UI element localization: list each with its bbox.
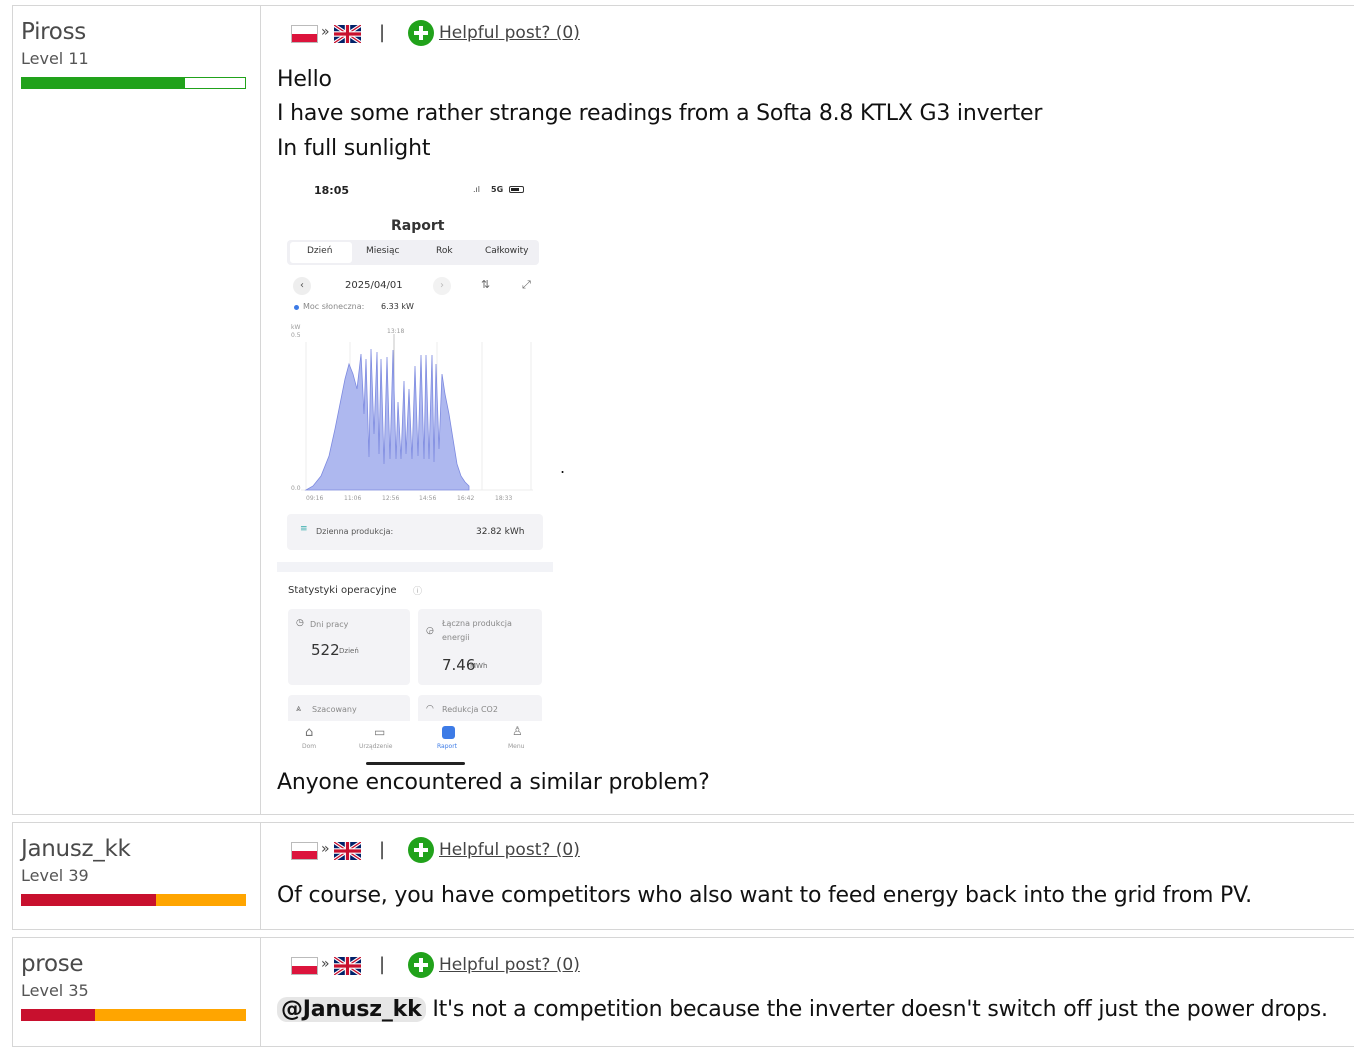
working-days-value: 522 — [311, 641, 340, 659]
daily-production-value: 32.82 kWh — [476, 527, 525, 537]
author-level: Level 35 — [21, 981, 89, 1000]
nav-device[interactable]: Urządzenie — [359, 743, 393, 750]
trailing-mark: . — [560, 458, 566, 477]
author-panel: prose Level 35 — [13, 938, 261, 1046]
energy-icon: ◶ — [426, 626, 434, 636]
user-mention[interactable]: @Janusz_kk — [277, 997, 426, 1022]
helpful-post-link[interactable]: Helpful post? (0) — [439, 955, 580, 975]
leaf-icon: ◠ — [426, 704, 434, 714]
author-panel: Piross Level 11 — [13, 6, 261, 814]
x-tick: 09:16 — [306, 495, 324, 502]
polish-flag-icon[interactable] — [291, 842, 318, 860]
level-bar-fill — [22, 78, 185, 88]
level-bar-rest — [95, 1009, 246, 1021]
stats-title: Statystyki operacyjne — [288, 585, 397, 596]
post-text-line: Anyone encountered a similar problem? — [277, 770, 710, 795]
uk-flag-icon[interactable] — [334, 842, 361, 860]
nav-home[interactable]: Dom — [302, 743, 316, 750]
uk-flag-icon[interactable] — [334, 957, 361, 975]
working-days-unit: Dzień — [339, 647, 359, 655]
total-energy-unit: MWh — [470, 662, 488, 670]
post-text-line: Hello — [277, 67, 332, 92]
production-icon: ≡ — [300, 524, 308, 534]
attached-screenshot[interactable]: 18:05 .ıl 5G Raport Dzień Miesiąc Rok Ca… — [277, 174, 553, 770]
total-energy-label-2: energii — [442, 633, 470, 642]
author-level: Level 39 — [21, 866, 89, 885]
x-tick: 18:33 — [495, 495, 513, 502]
post-text-line: @Janusz_kk It's not a competition becaus… — [277, 997, 1328, 1022]
clock-icon: ◷ — [296, 618, 304, 628]
estimated-label: Szacowany — [312, 705, 357, 714]
home-icon[interactable]: ⌂ — [305, 725, 313, 740]
author-panel: Janusz_kk Level 39 — [13, 823, 261, 929]
total-energy-label-1: Łączna produkcja — [442, 619, 512, 628]
nav-menu[interactable]: Menu — [508, 743, 524, 750]
help-icon[interactable]: ⓘ — [413, 584, 422, 597]
x-tick: 16:42 — [457, 495, 475, 502]
helpful-post-link[interactable]: Helpful post? (0) — [439, 23, 580, 43]
nav-report[interactable]: Raport — [437, 743, 457, 750]
post-janusz-kk: Janusz_kk Level 39 » | Helpful post? (0)… — [12, 822, 1354, 930]
post-content: » | Helpful post? (0) Of course, you hav… — [277, 837, 1252, 908]
author-username[interactable]: Piross — [21, 19, 86, 45]
helpful-post-link[interactable]: Helpful post? (0) — [439, 840, 580, 860]
level-bar-rest — [156, 894, 246, 906]
helpful-plus-icon[interactable] — [408, 837, 434, 863]
post-piross: Piross Level 11 » | Helpful post? (0) He… — [12, 5, 1354, 815]
bottom-nav: ⌂ Dom ▭ Urządzenie Raport ♙ Menu — [277, 721, 553, 770]
level-bar-fill — [21, 894, 156, 906]
daily-production-label: Dzienna produkcja: — [316, 527, 394, 536]
author-level: Level 11 — [21, 49, 89, 68]
reply-text: It's not a competition because the inver… — [425, 997, 1328, 1022]
post-text-line: I have some rather strange readings from… — [277, 101, 1043, 126]
uk-flag-icon[interactable] — [334, 25, 361, 43]
author-username[interactable]: Janusz_kk — [21, 836, 131, 862]
total-energy-card: ◶ Łączna produkcja energii 7.46 MWh — [418, 609, 542, 685]
x-tick: 12:56 — [382, 495, 400, 502]
helpful-plus-icon[interactable] — [408, 952, 434, 978]
level-bar — [21, 77, 246, 89]
polish-flag-icon[interactable] — [291, 957, 318, 975]
post-content: » | Helpful post? (0) @Janusz_kk It's no… — [261, 938, 1354, 1046]
power-area — [304, 348, 470, 491]
x-tick: 11:06 — [344, 495, 362, 502]
x-tick: 14:56 — [419, 495, 437, 502]
home-indicator — [366, 762, 465, 765]
report-icon[interactable] — [442, 726, 455, 739]
post-prose: prose Level 35 » | Helpful post? (0) @Ja… — [12, 937, 1354, 1047]
author-username[interactable]: prose — [21, 951, 84, 977]
post-content: » | Helpful post? (0) Hello I have some … — [277, 20, 1043, 795]
post-text-line: Of course, you have competitors who also… — [277, 883, 1252, 908]
co2-label: Redukcja CO2 — [442, 705, 498, 714]
helpful-plus-icon[interactable] — [408, 20, 434, 46]
polish-flag-icon[interactable] — [291, 25, 318, 43]
device-icon[interactable]: ▭ — [374, 725, 385, 739]
working-days-label: Dni pracy — [310, 620, 349, 629]
estimate-icon: ⩓ — [296, 704, 302, 714]
level-bar-fill — [21, 1009, 96, 1021]
menu-icon[interactable]: ♙ — [512, 724, 523, 738]
section-divider — [277, 562, 553, 572]
post-text-line: In full sunlight — [277, 136, 431, 161]
power-chart[interactable] — [277, 174, 553, 504]
level-bar — [21, 894, 246, 906]
working-days-card: ◷ Dni pracy 522 Dzień — [288, 609, 410, 685]
level-bar — [21, 1009, 246, 1021]
daily-production-card: ≡ Dzienna produkcja: 32.82 kWh — [287, 514, 543, 550]
